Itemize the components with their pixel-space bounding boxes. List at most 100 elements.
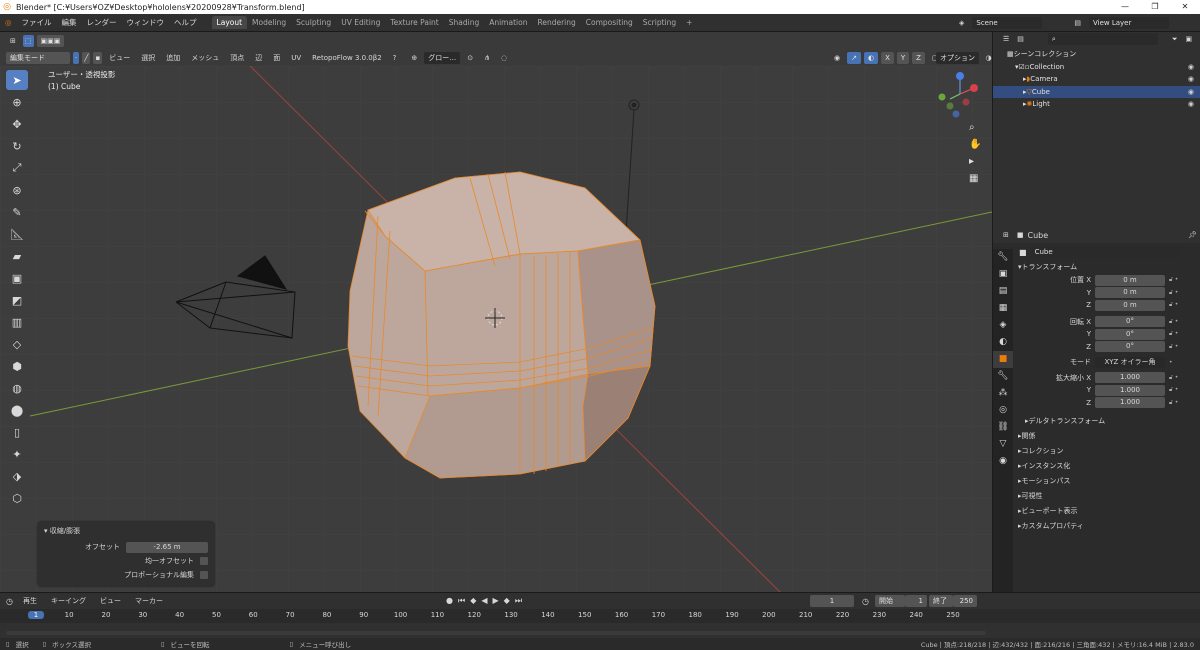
lock-icon[interactable]: 🔓︎ • <box>1169 399 1178 407</box>
shrink-tool-icon[interactable]: ▯ <box>6 422 28 442</box>
eye-icon[interactable]: ◉ <box>1188 75 1194 83</box>
properties-editor-icon[interactable]: ⊞ <box>999 231 1013 239</box>
snap-icon[interactable]: ⋔ <box>480 54 494 62</box>
menu-playback[interactable]: 再生 <box>19 596 41 606</box>
close-button[interactable]: ✕ <box>1170 0 1200 14</box>
jump-end-icon[interactable]: ⏭ <box>515 596 522 606</box>
next-keyframe-icon[interactable]: ◆ <box>504 596 510 606</box>
add-cube-tool-icon[interactable]: ⬡ <box>6 488 28 508</box>
location-y-field[interactable]: 0 m <box>1095 287 1165 299</box>
outliner-search-input[interactable]: ⌕ <box>1047 33 1158 45</box>
axis-x-button[interactable]: X <box>881 51 894 64</box>
data-tab-icon[interactable]: ▽ <box>993 436 1013 453</box>
jump-start-icon[interactable]: ⏮ <box>458 596 465 606</box>
timeline-scrollbar[interactable] <box>6 631 986 635</box>
instancing-section[interactable]: ▸ インスタンス化 <box>1013 458 1200 473</box>
constraints-tab-icon[interactable]: ⛓︎ <box>993 419 1013 436</box>
transform-orientation-selector[interactable]: グロー… <box>424 51 461 64</box>
stopwatch-icon[interactable]: ◷ <box>862 597 869 606</box>
move-tool-icon[interactable]: ✥ <box>6 114 28 134</box>
rotation-x-field[interactable]: 0° <box>1095 316 1165 328</box>
motion-paths-section[interactable]: ▸ モーションパス <box>1013 473 1200 488</box>
mode-selector[interactable]: 編集モード <box>6 51 70 64</box>
tab-shading[interactable]: Shading <box>444 16 484 29</box>
collections-section[interactable]: ▸ コレクション <box>1013 443 1200 458</box>
editor-type-icon[interactable]: ⊞ <box>6 37 20 45</box>
menu-mesh[interactable]: メッシュ <box>187 53 223 63</box>
scale-z-field[interactable]: 1.000 <box>1095 397 1165 409</box>
delta-transform-section[interactable]: ▸ デルタトランスフォーム <box>1013 413 1200 428</box>
pin-icon[interactable]: 📌︎ <box>1184 231 1200 239</box>
eye-icon[interactable]: ◉ <box>1188 88 1194 96</box>
filter-icon[interactable]: ⏷ <box>1168 35 1182 44</box>
menu-edit[interactable]: 編集 <box>57 17 82 28</box>
smooth-tool-icon[interactable]: ⬤ <box>6 400 28 420</box>
new-collection-icon[interactable]: ▣ <box>1182 35 1197 43</box>
loopcut-tool-icon[interactable]: ▥ <box>6 312 28 332</box>
outliner-item-cube[interactable]: Cube <box>1032 88 1050 96</box>
outliner-item-camera[interactable]: Camera <box>1030 75 1057 83</box>
tab-layout[interactable]: Layout <box>211 16 248 29</box>
tab-rendering[interactable]: Rendering <box>532 16 580 29</box>
world-tab-icon[interactable]: ◐ <box>993 334 1013 351</box>
select-mode-icon[interactable]: ▣▣▣ <box>36 34 65 47</box>
face-select-icon[interactable]: ▪ <box>93 51 103 64</box>
proportional-edit-checkbox[interactable] <box>200 571 208 579</box>
zoom-icon[interactable]: ⌕ <box>969 122 981 133</box>
location-z-field[interactable]: 0 m <box>1095 299 1165 311</box>
measure-tool-icon[interactable]: 📐︎ <box>6 224 28 244</box>
lock-icon[interactable]: 🔓︎ • <box>1169 276 1178 284</box>
tab-sculpting[interactable]: Sculpting <box>291 16 336 29</box>
3d-viewport[interactable]: ⌕ ✋ ▸ ▦ <box>0 66 992 592</box>
frame-ruler[interactable]: 1 10 20 30 40 50 60 70 80 90 100 110 120 130 140 150 160… <box>0 609 1200 623</box>
modifier-tab-icon[interactable]: 🔧︎ <box>993 368 1013 385</box>
transform-tool-icon[interactable]: ⊛ <box>6 180 28 200</box>
menu-file[interactable]: ファイル <box>17 17 57 28</box>
edge-select-icon[interactable]: ╱ <box>82 51 91 64</box>
object-name-field[interactable]: Cube <box>1030 246 1181 258</box>
help-icon[interactable]: ? <box>389 54 401 62</box>
lock-icon[interactable]: 🔓︎ • <box>1169 386 1178 394</box>
rip-tool-icon[interactable]: ⬗ <box>6 466 28 486</box>
polybuild-tool-icon[interactable]: ⬢ <box>6 356 28 376</box>
material-tab-icon[interactable]: ◉ <box>993 453 1013 470</box>
scene-tab-icon[interactable]: ◈ <box>993 317 1013 334</box>
options-dropdown[interactable]: オプション <box>936 51 979 64</box>
play-icon[interactable]: ▶ <box>493 596 499 606</box>
visibility-section[interactable]: ▸ 可視性 <box>1013 488 1200 503</box>
eye-icon[interactable]: ◉ <box>1188 100 1194 108</box>
outliner-editor-icon[interactable]: ☰ <box>999 35 1013 43</box>
axis-z-button[interactable]: Z <box>912 51 925 64</box>
minimize-button[interactable]: — <box>1110 0 1140 14</box>
tab-texture-paint[interactable]: Texture Paint <box>385 16 443 29</box>
particles-tab-icon[interactable]: ⁂ <box>993 385 1013 402</box>
gizmo-icon[interactable]: ↗ <box>847 51 861 64</box>
view-layer-tab-icon[interactable]: ▦ <box>993 300 1013 317</box>
scale-y-field[interactable]: 1.000 <box>1095 384 1165 396</box>
lock-icon[interactable]: 🔓︎ • <box>1169 289 1178 297</box>
object-tab-icon[interactable]: ■ <box>993 351 1013 368</box>
visibility-icon[interactable]: ◉ <box>830 54 844 62</box>
outliner-item-light[interactable]: Light <box>1032 100 1049 108</box>
bevel-tool-icon[interactable]: ◩ <box>6 290 28 310</box>
menu-timeline-view[interactable]: ビュー <box>96 596 125 606</box>
pan-hand-icon[interactable]: ✋ <box>969 139 981 150</box>
render-tab-icon[interactable]: ▣ <box>993 266 1013 283</box>
scale-x-field[interactable]: 1.000 <box>1095 372 1165 384</box>
knife-tool-icon[interactable]: ◇ <box>6 334 28 354</box>
menu-view[interactable]: ビュー <box>105 53 134 63</box>
viewport-display-section[interactable]: ▸ ビューポート表示 <box>1013 503 1200 518</box>
cursor-tool-icon[interactable]: ⊕ <box>6 92 28 112</box>
tab-animation[interactable]: Animation <box>484 16 532 29</box>
spin-tool-icon[interactable]: ◍ <box>6 378 28 398</box>
annotate-tool-icon[interactable]: ✎ <box>6 202 28 222</box>
scene-selector[interactable]: Scene <box>972 16 1043 29</box>
lock-icon[interactable]: 🔓︎ • <box>1169 374 1178 382</box>
scale-tool-icon[interactable]: ⤢ <box>6 158 28 178</box>
tab-compositing[interactable]: Compositing <box>581 16 638 29</box>
select-box-tool-icon[interactable]: ➤ <box>6 70 28 90</box>
menu-help[interactable]: ヘルプ <box>169 17 202 28</box>
menu-select[interactable]: 選択 <box>137 53 159 63</box>
eye-icon[interactable]: ◉ <box>1188 63 1194 71</box>
axis-y-button[interactable]: Y <box>896 51 910 64</box>
